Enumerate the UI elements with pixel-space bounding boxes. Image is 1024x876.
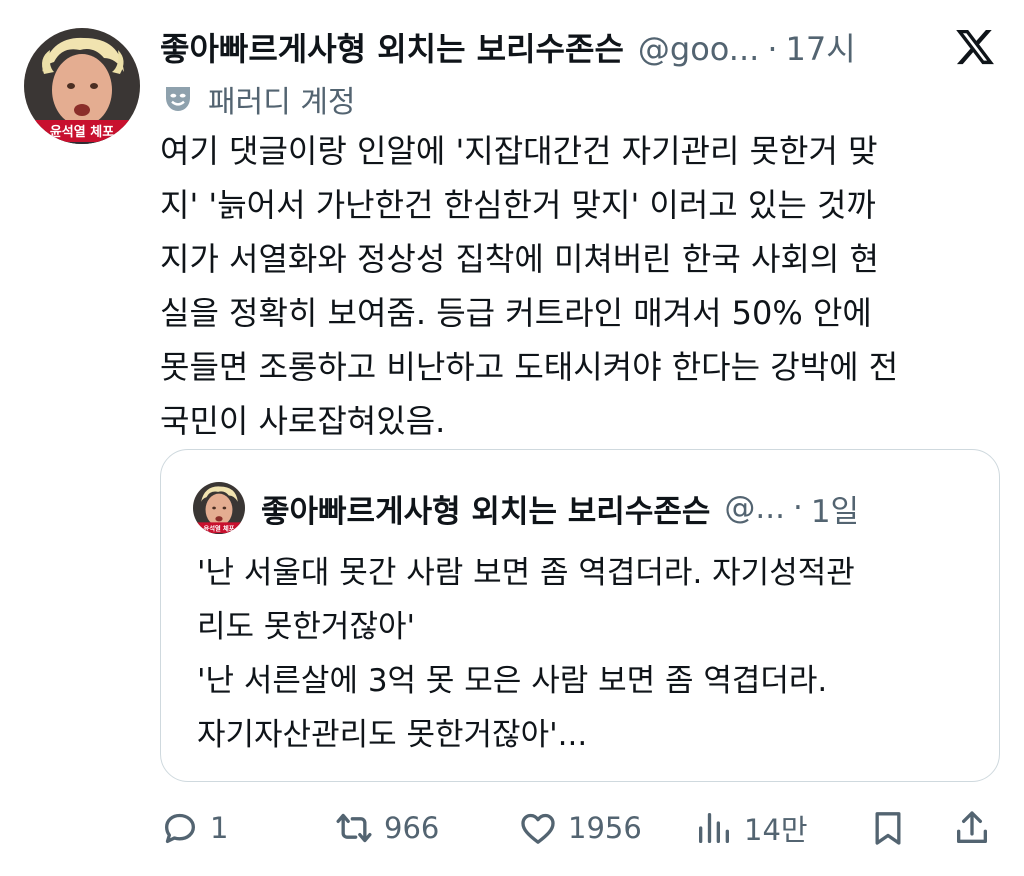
- views-icon: [699, 813, 729, 843]
- retweet-button[interactable]: 966: [334, 800, 439, 856]
- quoted-tweet[interactable]: 윤석열 체포 좋아빠르게사형 외치는 보리수존슨 @... · 1일 '난 서울…: [160, 449, 1000, 782]
- reply-button[interactable]: 1: [160, 800, 228, 856]
- quote-avatar-image: 윤석열 체포: [193, 482, 245, 534]
- heart-icon: [521, 813, 555, 844]
- share-button[interactable]: [952, 800, 992, 856]
- avatar-image: 윤석열 체포: [24, 28, 140, 144]
- timestamp[interactable]: 17시: [785, 24, 855, 74]
- avatar[interactable]: 윤석열 체포: [24, 28, 140, 144]
- display-name[interactable]: 좋아빠르게사형 외치는 보리수존슨: [160, 24, 624, 74]
- views-button[interactable]: 14만: [694, 800, 808, 856]
- share-icon: [957, 811, 987, 843]
- like-button[interactable]: 1956: [518, 800, 642, 856]
- quote-body: '난 서울대 못간 사람 보면 좀 역겹더라. 자기성적관 리도 못한거잖아' …: [197, 555, 855, 753]
- parody-label-text: 패러디 계정: [208, 85, 356, 120]
- separator-dot: ·: [767, 30, 778, 68]
- quote-header: 좋아빠르게사형 외치는 보리수존슨 @... · 1일: [261, 483, 981, 533]
- quote-display-name[interactable]: 좋아빠르게사형 외치는 보리수존슨: [261, 486, 710, 531]
- quote-handle[interactable]: @...: [724, 490, 785, 526]
- quote-timestamp[interactable]: 1일: [811, 486, 859, 531]
- retweet-icon: [336, 813, 372, 843]
- reply-count: 1: [210, 811, 229, 845]
- like-count: 1956: [568, 811, 642, 845]
- bookmark-button[interactable]: [868, 800, 908, 856]
- quote-separator-dot: ·: [792, 490, 803, 526]
- parody-label: 패러디 계정: [162, 78, 356, 120]
- retweet-count: 966: [384, 811, 440, 845]
- tweet-header: 좋아빠르게사형 외치는 보리수존슨 @goo... · 17시: [160, 24, 940, 74]
- tweet-body: 여기 댓글이랑 인알에 '지잡대간건 자기관리 못한거 맞 지' '늙어서 가난…: [160, 132, 899, 440]
- views-count: 14만: [744, 813, 808, 847]
- avatar-caption: 윤석열 체포: [50, 124, 114, 140]
- quote-avatar[interactable]: 윤석열 체포: [193, 482, 245, 534]
- theater-mask-icon: [166, 87, 190, 111]
- x-logo-icon: [956, 29, 994, 65]
- action-bar: 1 966 1956 14만: [0, 800, 1024, 856]
- bookmark-icon: [875, 812, 901, 845]
- tweet[interactable]: 윤석열 체포 좋아빠르게사형 외치는 보리수존슨 @goo... · 17시 패…: [0, 0, 1024, 876]
- reply-icon: [165, 813, 195, 843]
- handle[interactable]: @goo...: [638, 24, 759, 74]
